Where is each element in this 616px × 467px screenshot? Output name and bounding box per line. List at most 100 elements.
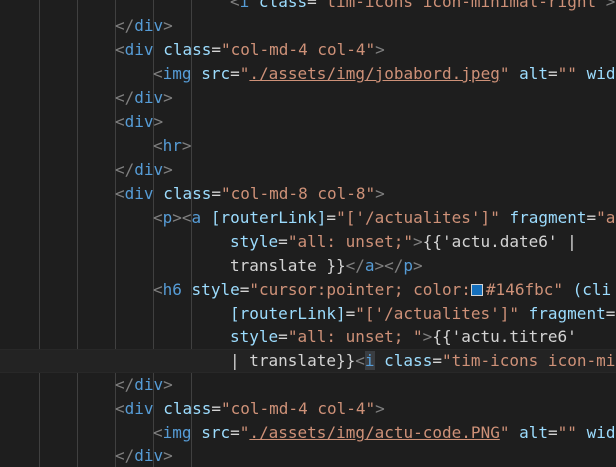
code-token: src xyxy=(201,64,231,83)
code-token: = xyxy=(548,64,558,83)
code-token: [routerLink] xyxy=(210,208,327,227)
code-token: = xyxy=(326,208,337,227)
code-editor[interactable]: <i class="tim-icons icon-minimal-right">… xyxy=(0,0,616,467)
code-line-content: <h6 style="cursor:pointer; color: #146fbc… xyxy=(153,278,611,302)
code-token: fragment xyxy=(509,208,587,227)
code-token: img xyxy=(162,423,192,442)
code-token: | translate}} xyxy=(230,351,356,370)
code-token: wid xyxy=(586,423,616,442)
code-token: div xyxy=(134,88,164,107)
code-token: < xyxy=(355,351,365,370)
code-line-content: <i class="tim-icons icon-minimal-right"> xyxy=(230,0,615,14)
color-swatch[interactable] xyxy=(470,284,483,296)
code-token: "col-md-4 col-4" xyxy=(221,40,376,59)
code-token: p xyxy=(162,208,173,227)
code-token: class xyxy=(258,0,308,11)
code-token: hr xyxy=(162,136,182,155)
code-token: = xyxy=(211,399,221,418)
code-token: < xyxy=(115,184,125,203)
code-line[interactable]: <img src="./assets/img/jobabord.jpeg" al… xyxy=(0,62,616,86)
code-token: alt xyxy=(519,64,549,83)
code-line[interactable]: </div> xyxy=(0,373,616,397)
code-line[interactable]: <p><a [routerLink]="['/actualites']" fra… xyxy=(0,206,616,230)
code-token: "all: unset; " xyxy=(287,327,423,346)
code-token: > xyxy=(422,327,433,346)
code-token: < xyxy=(153,280,163,299)
code-token: " xyxy=(239,423,250,442)
code-token: class xyxy=(163,40,212,59)
code-line[interactable]: <h6 style="cursor:pointer; color: #146fbc… xyxy=(0,278,616,302)
code-line[interactable]: <div class="col-md-8 col-8"> xyxy=(0,182,616,206)
code-token: > xyxy=(181,136,192,155)
code-token: ./assets/img/jobabord.jpeg xyxy=(249,64,500,83)
code-token: #146fbc" xyxy=(485,280,563,299)
code-line[interactable]: <div> xyxy=(0,110,616,134)
code-token: div xyxy=(134,160,164,179)
code-line[interactable]: </div> xyxy=(0,444,616,467)
code-line[interactable]: | translate}}<i class="tim-icons icon-mi xyxy=(0,349,616,373)
code-token: = xyxy=(548,423,558,442)
code-token: > xyxy=(153,112,164,131)
code-line-content: <div class="col-md-4 col-4"> xyxy=(115,38,385,62)
code-token: wid xyxy=(586,64,616,83)
code-token: = xyxy=(432,351,442,370)
code-token: {{'actu.titre6' xyxy=(432,327,577,346)
code-line-content: </div> xyxy=(115,158,173,182)
code-token: h6 xyxy=(162,280,182,299)
code-line[interactable]: <i class="tim-icons icon-minimal-right"> xyxy=(0,0,616,14)
code-line-content: </div> xyxy=(115,14,173,38)
code-line[interactable]: <div class="col-md-4 col-4"> xyxy=(0,38,616,62)
code-line-content: </div> xyxy=(115,444,173,467)
code-token: < xyxy=(153,208,163,227)
code-line[interactable]: translate }}</a></p> xyxy=(0,254,616,278)
code-token: style xyxy=(230,327,279,346)
code-token: = xyxy=(605,304,616,323)
code-token: "['/actualites']" xyxy=(355,304,519,323)
code-token: ./assets/img/actu-code.PNG xyxy=(249,423,500,442)
code-token: = xyxy=(278,327,288,346)
code-token: img xyxy=(162,64,192,83)
code-line-content: style="all: unset; ">{{'actu.titre6' xyxy=(230,325,577,349)
code-token: class xyxy=(384,351,433,370)
code-line[interactable]: style="all: unset;">{{'actu.date6' | xyxy=(0,230,616,254)
code-line[interactable]: [routerLink]="['/actualites']" fragment= xyxy=(0,302,616,326)
code-token: "cursor:pointer; color: xyxy=(249,280,471,299)
code-line[interactable]: <img src="./assets/img/actu-code.PNG" al… xyxy=(0,421,616,445)
code-line-content: style="all: unset;">{{'actu.date6' | xyxy=(230,230,577,254)
code-line[interactable]: <hr> xyxy=(0,134,616,158)
code-token: {{'actu.date6' | xyxy=(422,232,577,251)
code-token: "['/actualites']" xyxy=(336,208,500,227)
code-token: div xyxy=(124,184,154,203)
code-token: > xyxy=(375,184,385,203)
code-token: "tim-icons icon-minimal-right" xyxy=(316,0,606,11)
code-token: < xyxy=(153,136,163,155)
code-line[interactable]: </div> xyxy=(0,14,616,38)
code-token: </ xyxy=(115,88,135,107)
code-line[interactable]: </div> xyxy=(0,158,616,182)
code-line[interactable]: <div class="col-md-4 col-4"> xyxy=(0,397,616,421)
code-token: div xyxy=(134,446,164,465)
code-line-content: </div> xyxy=(115,86,173,110)
code-token: "col-md-4 col-4" xyxy=(221,399,376,418)
code-line[interactable]: </div> xyxy=(0,86,616,110)
code-line-content: | translate}}<i class="tim-icons icon-mi xyxy=(230,349,615,373)
code-line-content: <img src="./assets/img/jobabord.jpeg" al… xyxy=(153,62,615,86)
code-line[interactable]: style="all: unset; ">{{'actu.titre6' xyxy=(0,325,616,349)
code-token: </ xyxy=(115,160,135,179)
code-token: </ xyxy=(115,446,135,465)
code-token: = xyxy=(239,280,250,299)
code-token: class xyxy=(163,184,212,203)
code-token: < xyxy=(115,40,125,59)
code-token: div xyxy=(134,375,164,394)
code-line-content: <div class="col-md-4 col-4"> xyxy=(115,397,385,421)
code-token: "all: unset;" xyxy=(287,232,414,251)
